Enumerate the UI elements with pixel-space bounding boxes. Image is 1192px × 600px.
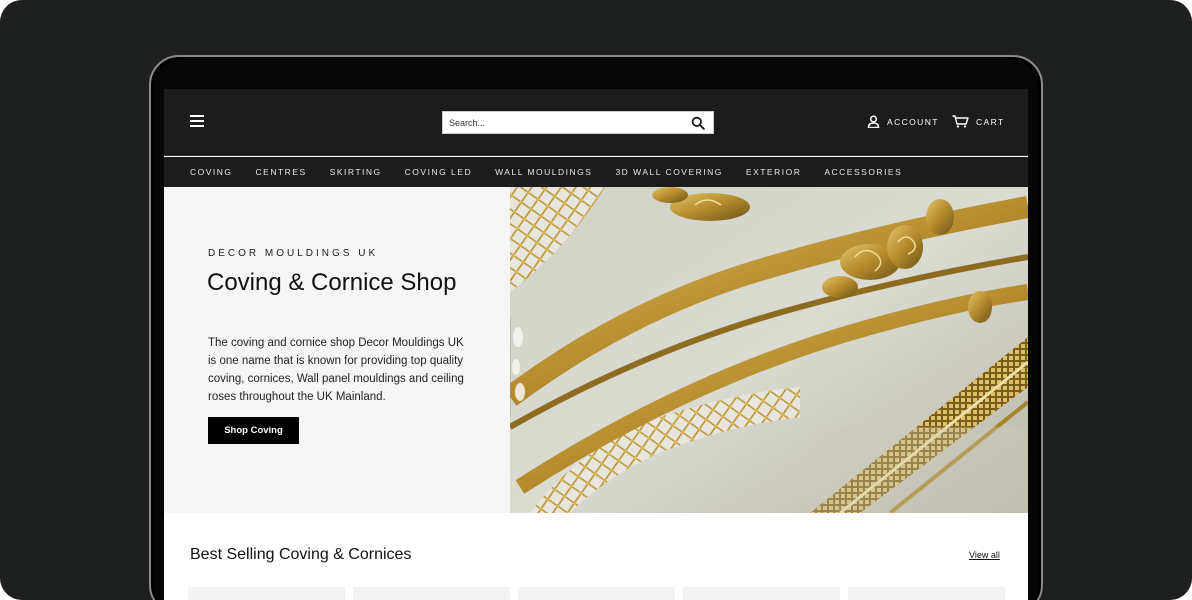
account-link[interactable]: ACCOUNT [867, 115, 939, 128]
cart-link[interactable]: CART [952, 115, 1005, 128]
product-cards [188, 587, 1008, 600]
product-card[interactable] [188, 587, 345, 600]
hero-title: Coving & Cornice Shop [207, 269, 457, 296]
hero-description: The coving and cornice shop Decor Mouldi… [208, 337, 464, 403]
user-icon [867, 115, 880, 128]
nav-item-exterior[interactable]: EXTERIOR [746, 167, 801, 177]
hero-kicker: DECOR MOULDINGS UK [208, 248, 379, 259]
hero-ceiling-image [510, 187, 1028, 513]
site-header: ACCOUNT CART [164, 89, 1028, 156]
website-screen: ACCOUNT CART COVING CENTRES SKIRTING COV… [164, 89, 1028, 600]
view-all-link[interactable]: View all [969, 550, 1000, 560]
hero-text-panel: DECOR MOULDINGS UK Coving & Cornice Shop… [164, 187, 510, 513]
nav-item-coving-led[interactable]: COVING LED [405, 167, 472, 177]
search-input[interactable] [443, 112, 683, 133]
account-label: ACCOUNT [887, 116, 939, 127]
nav-item-3d-wall-covering[interactable]: 3D WALL COVERING [615, 167, 722, 177]
nav-item-coving[interactable]: COVING [190, 167, 233, 177]
menu-icon[interactable] [190, 115, 204, 127]
presentation-frame: ACCOUNT CART COVING CENTRES SKIRTING COV… [0, 0, 1192, 600]
cart-icon [952, 115, 969, 128]
shop-coving-button[interactable]: Shop Coving [208, 417, 299, 444]
nav-item-skirting[interactable]: SKIRTING [330, 167, 382, 177]
search-icon[interactable] [691, 116, 705, 130]
main-nav: COVING CENTRES SKIRTING COVING LED WALL … [164, 157, 1028, 187]
product-card[interactable] [848, 587, 1005, 600]
product-card[interactable] [353, 587, 510, 600]
cart-label: CART [976, 116, 1005, 127]
nav-item-accessories[interactable]: ACCESSORIES [824, 167, 902, 177]
product-card[interactable] [518, 587, 675, 600]
best-selling-title: Best Selling Coving & Cornices [190, 546, 412, 563]
ornate-ceiling-illustration [510, 187, 1028, 513]
nav-item-wall-mouldings[interactable]: WALL MOULDINGS [495, 167, 592, 177]
nav-item-centres[interactable]: CENTRES [256, 167, 307, 177]
product-card[interactable] [683, 587, 840, 600]
search-bar [442, 111, 714, 134]
